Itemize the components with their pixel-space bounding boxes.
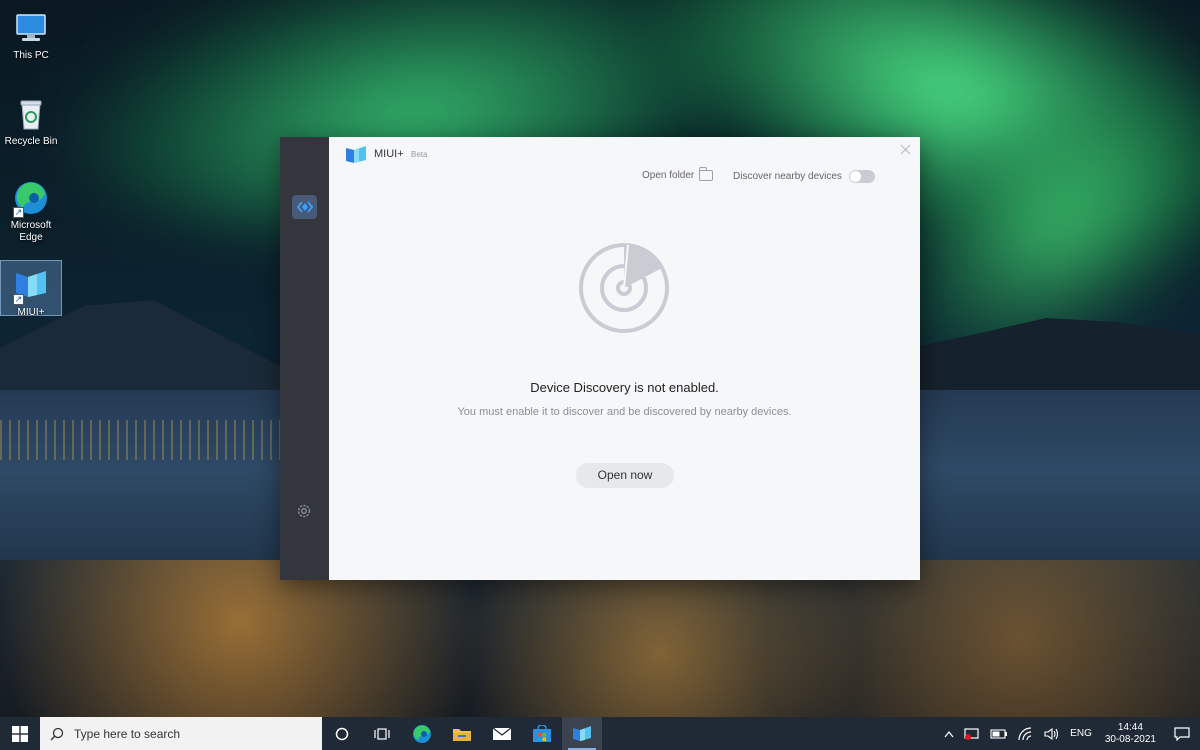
desktop-icon-edge[interactable]: ↗ Microsoft Edge [0, 174, 62, 246]
miui-plus-window: MIUI+ Beta Open folder Discover nearby d… [280, 137, 920, 580]
desktop-icon-recycle-bin[interactable]: Recycle Bin [0, 90, 62, 147]
taskbar: Type here to search ENG 14:44 30-08-2021 [0, 717, 1200, 750]
main-panel: MIUI+ Beta Open folder Discover nearby d… [329, 137, 920, 580]
cortana-icon [335, 727, 349, 740]
tray-device-icon[interactable] [959, 717, 985, 750]
shortcut-arrow-icon: ↗ [13, 294, 24, 305]
desktop-icon-this-pc[interactable]: This PC [0, 4, 62, 61]
search-placeholder: Type here to search [74, 726, 181, 741]
folder-icon [453, 728, 471, 741]
taskbar-edge[interactable] [402, 717, 442, 750]
gear-icon [297, 504, 311, 518]
taskbar-search-box[interactable]: Type here to search [40, 717, 322, 750]
toggle-knob [849, 171, 861, 182]
discovery-disabled-title: Device Discovery is not enabled. [530, 380, 719, 395]
desktop-icon-label: This PC [13, 50, 49, 61]
speaker-icon [1044, 727, 1059, 740]
discover-label: Discover nearby devices [733, 171, 842, 182]
edge-icon [413, 724, 431, 743]
desktop-icon-label: MIUI+ [17, 307, 45, 318]
wifi-button[interactable] [1013, 717, 1039, 750]
windows-logo-icon [12, 725, 28, 742]
task-view-button[interactable] [362, 717, 402, 750]
monitor-alert-icon [964, 727, 979, 740]
settings-button[interactable] [295, 502, 313, 520]
open-folder-label: Open folder [642, 170, 695, 181]
device-link-icon [296, 201, 313, 213]
discovery-disabled-subtitle: You must enable it to discover and be di… [457, 406, 792, 418]
action-center-button[interactable] [1164, 717, 1200, 750]
task-view-icon [374, 727, 390, 740]
discover-toggle[interactable] [848, 170, 875, 183]
folder-icon [699, 167, 714, 181]
app-title: MIUI+ [374, 148, 404, 160]
miui-plus-icon [573, 725, 591, 741]
radar-icon [579, 243, 669, 333]
taskbar-file-explorer[interactable] [442, 717, 482, 750]
open-now-button[interactable]: Open now [576, 463, 674, 488]
beta-badge: Beta [411, 150, 428, 159]
clock-time: 14:44 [1117, 721, 1143, 733]
system-tray: ENG 14:44 30-08-2021 [939, 717, 1200, 750]
shortcut-arrow-icon: ↗ [13, 207, 24, 218]
clock[interactable]: 14:44 30-08-2021 [1097, 722, 1164, 746]
battery-button[interactable] [985, 717, 1013, 750]
show-hidden-icons-button[interactable] [939, 717, 959, 750]
miui-plus-icon: ↗ [13, 267, 49, 305]
notification-icon [1174, 726, 1190, 741]
clock-date: 30-08-2021 [1104, 733, 1156, 745]
edge-icon: ↗ [13, 180, 49, 218]
cortana-button[interactable] [322, 717, 362, 750]
shore-lights [0, 420, 280, 460]
mail-icon [492, 727, 512, 740]
close-button[interactable] [898, 143, 912, 157]
battery-icon [990, 728, 1008, 739]
wifi-icon [1018, 726, 1032, 740]
input-language[interactable]: ENG [1065, 717, 1097, 750]
taskbar-mail[interactable] [482, 717, 522, 750]
close-icon [900, 144, 910, 155]
start-button[interactable] [0, 717, 40, 750]
desktop-icon-label: Microsoft Edge [10, 220, 52, 243]
taskbar-miui-plus[interactable] [562, 717, 602, 750]
sidebar [280, 137, 329, 580]
search-icon [50, 727, 64, 740]
recycle-bin-icon [13, 96, 49, 132]
this-pc-icon [13, 10, 49, 46]
miui-plus-logo-icon [345, 145, 367, 165]
sidebar-item-devices[interactable] [292, 195, 317, 219]
town-lights [0, 560, 1200, 717]
chevron-up-icon [944, 730, 954, 737]
desktop-icon-miui-plus[interactable]: ↗ MIUI+ [0, 260, 62, 318]
desktop-icon-label: Recycle Bin [4, 136, 58, 147]
taskbar-store[interactable] [522, 717, 562, 750]
volume-button[interactable] [1039, 717, 1065, 750]
discover-nearby-setting: Discover nearby devices [733, 170, 875, 183]
open-folder-button[interactable]: Open folder [642, 167, 714, 181]
store-icon [533, 724, 551, 742]
